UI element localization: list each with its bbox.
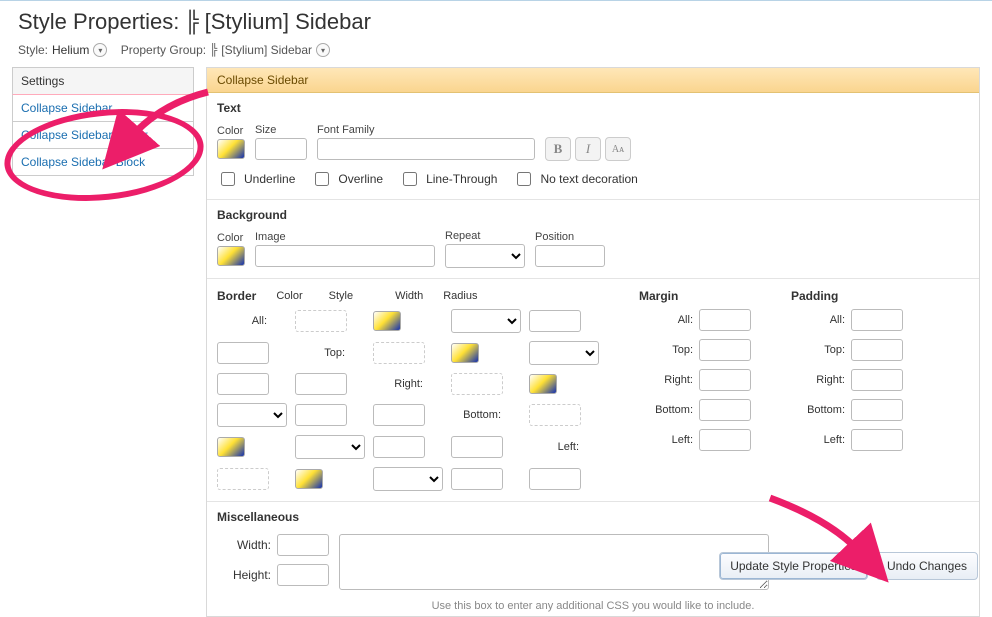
border-col-width: Width [395, 290, 423, 302]
border-bottom-color[interactable] [217, 437, 245, 457]
group-glyph-icon: ╠ [210, 43, 217, 57]
padding-left-input[interactable] [851, 429, 903, 451]
title-prefix: Style Properties: [18, 9, 179, 35]
padding-bottom-input[interactable] [851, 399, 903, 421]
underline-label: Underline [244, 172, 295, 186]
border-left-style[interactable] [373, 467, 443, 491]
bg-position-label: Position [535, 231, 605, 243]
sidebar-item-collapse-sidebar[interactable]: Collapse Sidebar [12, 95, 194, 122]
margin-all-input[interactable] [699, 309, 751, 331]
padding-top-input[interactable] [851, 339, 903, 361]
section-border-heading: Border [217, 289, 256, 303]
bold-button[interactable]: B [545, 137, 571, 161]
border-all-dashed [295, 310, 347, 332]
border-bottom-radius[interactable] [451, 436, 503, 458]
border-left-color[interactable] [295, 469, 323, 489]
section-misc-heading: Miscellaneous [207, 502, 979, 528]
text-size-input[interactable] [255, 138, 307, 160]
style-value: Helium [52, 43, 89, 57]
sidebar-item-label: Collapse Sidebar Block [21, 155, 145, 169]
misc-width-input[interactable] [277, 534, 329, 556]
border-top-color[interactable] [451, 343, 479, 363]
section-background-heading: Background [207, 200, 979, 226]
style-label: Style: [18, 43, 48, 57]
border-left-radius[interactable] [529, 468, 581, 490]
border-bottom-dashed [529, 404, 581, 426]
no-decoration-label: No text decoration [540, 172, 637, 186]
margin-top-input[interactable] [699, 339, 751, 361]
border-top-radius[interactable] [295, 373, 347, 395]
sidebar-item-label: Collapse Sidebar Hover [21, 128, 148, 142]
overline-checkbox[interactable] [315, 172, 329, 186]
bg-color-swatch[interactable] [217, 246, 245, 266]
bg-image-input[interactable] [255, 245, 435, 267]
text-font-family-label: Font Family [317, 124, 535, 136]
no-decoration-checkbox[interactable] [517, 172, 531, 186]
text-font-family-input[interactable] [317, 138, 535, 160]
sidebar-heading: Settings [12, 67, 194, 95]
breadcrumb: Style: Helium ▾ Property Group: ╠ [Styli… [0, 39, 992, 67]
text-transform-button[interactable]: Aᴀ [605, 137, 631, 161]
page-title: Style Properties: ╠ [Stylium] Sidebar [18, 9, 974, 35]
margin-bottom-input[interactable] [699, 399, 751, 421]
group-dropdown-icon[interactable]: ▾ [316, 43, 330, 57]
border-bottom-width[interactable] [373, 436, 425, 458]
extra-css-hint: Use this box to enter any additional CSS… [207, 600, 979, 616]
misc-height-label: Height: [217, 568, 271, 582]
style-dropdown-icon[interactable]: ▾ [93, 43, 107, 57]
border-all-radius[interactable] [217, 342, 269, 364]
overline-label: Overline [338, 172, 383, 186]
border-right-dashed [451, 373, 503, 395]
update-style-properties-button[interactable]: Update Style Properties [719, 552, 868, 580]
border-left-dashed [217, 468, 269, 490]
border-top-style[interactable] [529, 341, 599, 365]
undo-changes-button[interactable]: Undo Changes [876, 552, 978, 580]
underline-checkbox[interactable] [221, 172, 235, 186]
border-right-width[interactable] [295, 404, 347, 426]
border-grid: All: Top: Right: Bottom: Left: [217, 309, 599, 491]
border-right-style[interactable] [217, 403, 287, 427]
border-all-style[interactable] [451, 309, 521, 333]
misc-height-input[interactable] [277, 564, 329, 586]
text-size-label: Size [255, 124, 307, 136]
border-all-width[interactable] [529, 310, 581, 332]
sidebar-glyph-icon: ╠ [185, 10, 198, 35]
section-padding-heading: Padding [791, 289, 903, 303]
title-subject: [Stylium] Sidebar [205, 9, 371, 35]
italic-button[interactable]: I [575, 137, 601, 161]
extra-css-textarea[interactable] [339, 534, 769, 590]
border-col-color: Color [276, 290, 302, 302]
linethrough-label: Line-Through [426, 172, 497, 186]
section-margin-heading: Margin [639, 289, 751, 303]
border-bottom-style[interactable] [295, 435, 365, 459]
sidebar-item-collapse-sidebar-hover[interactable]: Collapse Sidebar Hover [12, 122, 194, 149]
border-col-radius: Radius [443, 290, 477, 302]
sidebar-item-collapse-sidebar-block[interactable]: Collapse Sidebar Block [12, 149, 194, 176]
border-right-color[interactable] [529, 374, 557, 394]
bg-repeat-select[interactable] [445, 244, 525, 268]
bg-color-label: Color [217, 232, 245, 244]
border-right-radius[interactable] [373, 404, 425, 426]
padding-right-input[interactable] [851, 369, 903, 391]
misc-width-label: Width: [217, 538, 271, 552]
sidebar-item-label: Collapse Sidebar [21, 101, 112, 115]
border-col-style: Style [329, 290, 353, 302]
margin-right-input[interactable] [699, 369, 751, 391]
bg-position-input[interactable] [535, 245, 605, 267]
linethrough-checkbox[interactable] [403, 172, 417, 186]
text-color-label: Color [217, 125, 245, 137]
bg-image-label: Image [255, 231, 435, 243]
padding-all-input[interactable] [851, 309, 903, 331]
border-all-color[interactable] [373, 311, 401, 331]
panel-title: Collapse Sidebar [207, 68, 979, 93]
section-text-heading: Text [207, 93, 979, 119]
border-left-width[interactable] [451, 468, 503, 490]
bg-repeat-label: Repeat [445, 230, 525, 242]
border-top-width[interactable] [217, 373, 269, 395]
margin-left-input[interactable] [699, 429, 751, 451]
group-value: [Stylium] Sidebar [221, 43, 312, 57]
group-label: Property Group: [121, 43, 206, 57]
text-color-swatch[interactable] [217, 139, 245, 159]
border-top-dashed [373, 342, 425, 364]
